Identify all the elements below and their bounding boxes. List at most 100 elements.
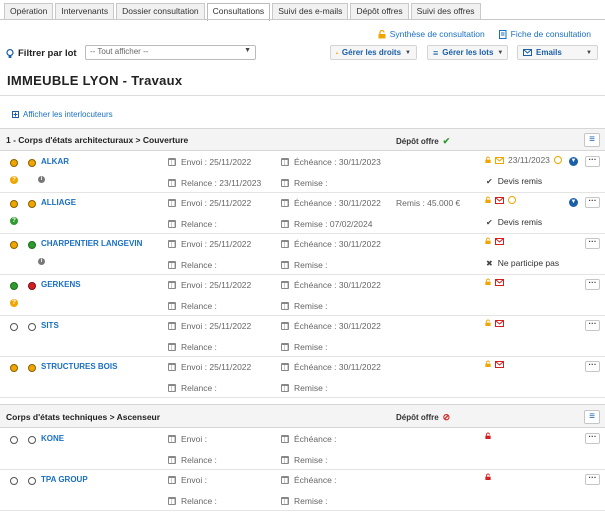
status-dot: [28, 282, 36, 290]
offer-status-label: Devis remis: [497, 176, 543, 186]
calendar-icon: [168, 384, 176, 392]
remise-value: Remise :: [294, 178, 328, 188]
status-dot: [10, 282, 18, 290]
tab-dossier-consultation[interactable]: Dossier consultation: [116, 3, 205, 19]
company-row: SITS Envoi : 25/11/2022 Échéance : 30/11/2…: [0, 316, 605, 357]
tab-depot-offres[interactable]: Dépôt offres: [350, 3, 409, 19]
company-name-link[interactable]: GERKENS: [41, 280, 81, 289]
company-name-link[interactable]: SITS: [41, 321, 59, 330]
company-name-link[interactable]: CHARPENTIER LANGEVIN: [41, 239, 142, 248]
relance-field: Relance :: [168, 383, 217, 393]
chevron-down-icon[interactable]: ▼: [569, 198, 578, 207]
row-more-button[interactable]: ···: [585, 156, 600, 167]
group-status-label: Dépôt offre: [396, 137, 439, 146]
remise-field: Remise :: [281, 260, 328, 270]
envoi-value: Envoi : 25/11/2022: [181, 157, 252, 167]
gerer-lots-button[interactable]: ≡ Gérer les lots ▼: [427, 45, 508, 60]
group-menu-button[interactable]: ≡: [584, 133, 600, 147]
group-status-label: Dépôt offre: [396, 413, 439, 422]
show-interlocutors-link[interactable]: Afficher les interlocuteurs: [12, 110, 113, 119]
relance-field: Relance : 23/11/2023: [168, 178, 261, 188]
tab-intervenants[interactable]: Intervenants: [55, 3, 115, 19]
row-action-icons: [485, 278, 504, 286]
filter-label: Filtrer par lot: [6, 48, 77, 59]
remise-field: Remise :: [281, 342, 328, 352]
row-more-button[interactable]: ···: [585, 320, 600, 331]
group-title: Corps d'états techniques > Ascenseur: [6, 412, 161, 422]
chevron-down-icon[interactable]: ▼: [569, 157, 578, 166]
row-more-button[interactable]: ···: [585, 197, 600, 208]
offer-status: ✖ Ne participe pas: [486, 258, 559, 268]
row-more-button[interactable]: ···: [585, 474, 600, 485]
envelope-icon[interactable]: [495, 319, 504, 327]
question-icon[interactable]: ?: [10, 217, 18, 225]
row-more-button[interactable]: ···: [585, 279, 600, 290]
company-name-link[interactable]: KONE: [41, 434, 64, 443]
row-action-icons: [485, 473, 491, 481]
status-dot: [10, 323, 18, 331]
question-icon[interactable]: ?: [10, 299, 18, 307]
envelope-icon[interactable]: [495, 196, 504, 204]
company-name-link[interactable]: TPA GROUP: [41, 475, 88, 484]
calendar-icon: [281, 322, 289, 330]
row-more-button[interactable]: ···: [585, 433, 600, 444]
envoi-value: Envoi : 25/11/2022: [181, 362, 252, 372]
lot-filter-select[interactable]: -- Tout afficher -- ▼: [85, 45, 256, 60]
relance-field: Relance :: [168, 455, 217, 465]
calendar-icon: [281, 240, 289, 248]
status-dot: [28, 241, 36, 249]
remise-value: Remise :: [294, 342, 328, 352]
echeance-field: Échéance : 30/11/2022: [281, 321, 381, 331]
company-name-link[interactable]: ALKAR: [41, 157, 69, 166]
synthese-link[interactable]: Synthèse de consultation: [378, 29, 485, 39]
company-row: GERKENS? Envoi : 25/11/2022 Échéance : 30/…: [0, 275, 605, 316]
calendar-icon: [168, 302, 176, 310]
relance-field: Relance :: [168, 260, 217, 270]
info-icon[interactable]: i: [38, 258, 45, 265]
relance-field: Relance :: [168, 342, 217, 352]
envoi-field: Envoi : 25/11/2022: [168, 362, 251, 372]
chevron-down-icon: ▼: [405, 49, 411, 56]
remise-value: Remise :: [294, 383, 328, 393]
question-icon[interactable]: ?: [10, 176, 18, 184]
envelope-icon[interactable]: [495, 156, 504, 164]
envoi-field: Envoi : 25/11/2022: [168, 280, 251, 290]
gerer-droits-button[interactable]: Gérer les droits ▼: [330, 45, 417, 60]
lock-icon: [336, 51, 338, 54]
echeance-field: Échéance : 30/11/2022: [281, 280, 381, 290]
tab-bar: Opération Intervenants Dossier consultat…: [4, 3, 483, 21]
company-row: KONE Envoi : Échéance : Relance : Remise : ··…: [0, 429, 605, 470]
tabs-divider: [0, 19, 605, 20]
row-more-button[interactable]: ···: [585, 238, 600, 249]
tab-operation[interactable]: Opération: [4, 3, 54, 19]
relance-value: Relance : 23/11/2023: [181, 178, 262, 188]
envelope-icon[interactable]: [495, 360, 504, 368]
calendar-icon: [281, 220, 289, 228]
group-menu-button[interactable]: ≡: [584, 410, 600, 424]
info-icon[interactable]: i: [38, 176, 45, 183]
envoi-value: Envoi : 25/11/2022: [181, 280, 252, 290]
envelope-icon[interactable]: [495, 237, 504, 245]
company-name-link[interactable]: STRUCTURES BOIS: [41, 362, 117, 371]
group-header-couverture: 1 - Corps d'états architecturaux > Couve…: [0, 128, 605, 151]
status-dot: [28, 159, 36, 167]
row-action-icons: [485, 319, 504, 327]
echeance-value: Échéance : 30/11/2023: [294, 157, 381, 167]
calendar-icon: [281, 261, 289, 269]
company-name-link[interactable]: ALLIAGE: [41, 198, 76, 207]
calendar-icon: [281, 384, 289, 392]
emails-button[interactable]: Emails ▼: [517, 45, 598, 60]
row-more-button[interactable]: ···: [585, 361, 600, 372]
status-dot: [10, 241, 18, 249]
company-row: STRUCTURES BOIS Envoi : 25/11/2022 Échéanc…: [0, 357, 605, 398]
tab-suivi-emails[interactable]: Suivi des e-mails: [272, 3, 349, 19]
row-action-icons: [485, 237, 504, 245]
company-row: ALKAR? i Envoi : 25/11/2022 Échéance : 30/1…: [0, 152, 605, 193]
fiche-link[interactable]: Fiche de consultation: [498, 29, 591, 39]
tab-suivi-offres[interactable]: Suivi des offres: [410, 3, 481, 19]
remise-value: Remise :: [294, 301, 328, 311]
calendar-icon: [168, 220, 176, 228]
status-dot: [28, 436, 36, 444]
envoi-field: Envoi :: [168, 434, 207, 444]
envelope-icon[interactable]: [495, 278, 504, 286]
